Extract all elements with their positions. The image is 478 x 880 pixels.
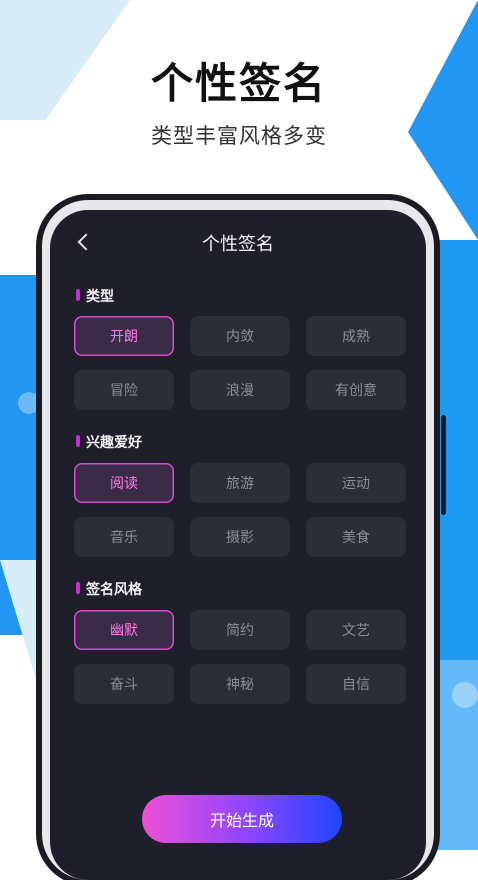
option-wenyi[interactable]: 文艺 <box>306 610 406 650</box>
phone-side-button <box>441 415 446 515</box>
option-shenmi[interactable]: 神秘 <box>190 664 290 704</box>
option-sheying[interactable]: 摄影 <box>190 517 290 557</box>
page-title: 个性签名 <box>202 234 274 255</box>
bg-dot <box>452 682 478 708</box>
option-zixin[interactable]: 自信 <box>306 664 406 704</box>
option-maoxian[interactable]: 冒险 <box>74 370 174 410</box>
nav-bar: 个性签名 <box>50 210 426 272</box>
option-youmo[interactable]: 幽默 <box>74 610 174 650</box>
hero-subtitle: 类型丰富风格多变 <box>151 124 327 148</box>
option-jianyue[interactable]: 简约 <box>190 610 290 650</box>
option-yundong[interactable]: 运动 <box>306 463 406 503</box>
section-marker <box>76 435 80 447</box>
bg-dot <box>18 392 40 414</box>
option-kailang[interactable]: 开朗 <box>74 316 174 356</box>
option-langman[interactable]: 浪漫 <box>190 370 290 410</box>
option-yuedu[interactable]: 阅读 <box>74 463 174 503</box>
app-screen: 个性签名 类型 开朗 内敛 成熟 冒险 浪漫 有创意 兴趣爱好 阅读 旅游 运动… <box>50 210 426 880</box>
option-neilian[interactable]: 内敛 <box>190 316 290 356</box>
option-chengshu[interactable]: 成熟 <box>306 316 406 356</box>
hero-title: 个性签名 <box>150 59 327 108</box>
section-marker <box>76 582 80 594</box>
section-label-type: 类型 <box>76 286 114 306</box>
option-fendou[interactable]: 奋斗 <box>74 664 174 704</box>
option-meishi[interactable]: 美食 <box>306 517 406 557</box>
option-lvyou[interactable]: 旅游 <box>190 463 290 503</box>
section-marker <box>76 289 80 301</box>
section-label-style: 签名风格 <box>76 579 142 599</box>
generate-button[interactable]: 开始生成 <box>142 795 342 843</box>
phone-frame: 个性签名 类型 开朗 内敛 成熟 冒险 浪漫 有创意 兴趣爱好 阅读 旅游 运动… <box>42 200 446 880</box>
section-label-interests: 兴趣爱好 <box>76 432 142 452</box>
option-yinyue[interactable]: 音乐 <box>74 517 174 557</box>
option-youchuangyi[interactable]: 有创意 <box>306 370 406 410</box>
bg-shape <box>430 240 478 710</box>
